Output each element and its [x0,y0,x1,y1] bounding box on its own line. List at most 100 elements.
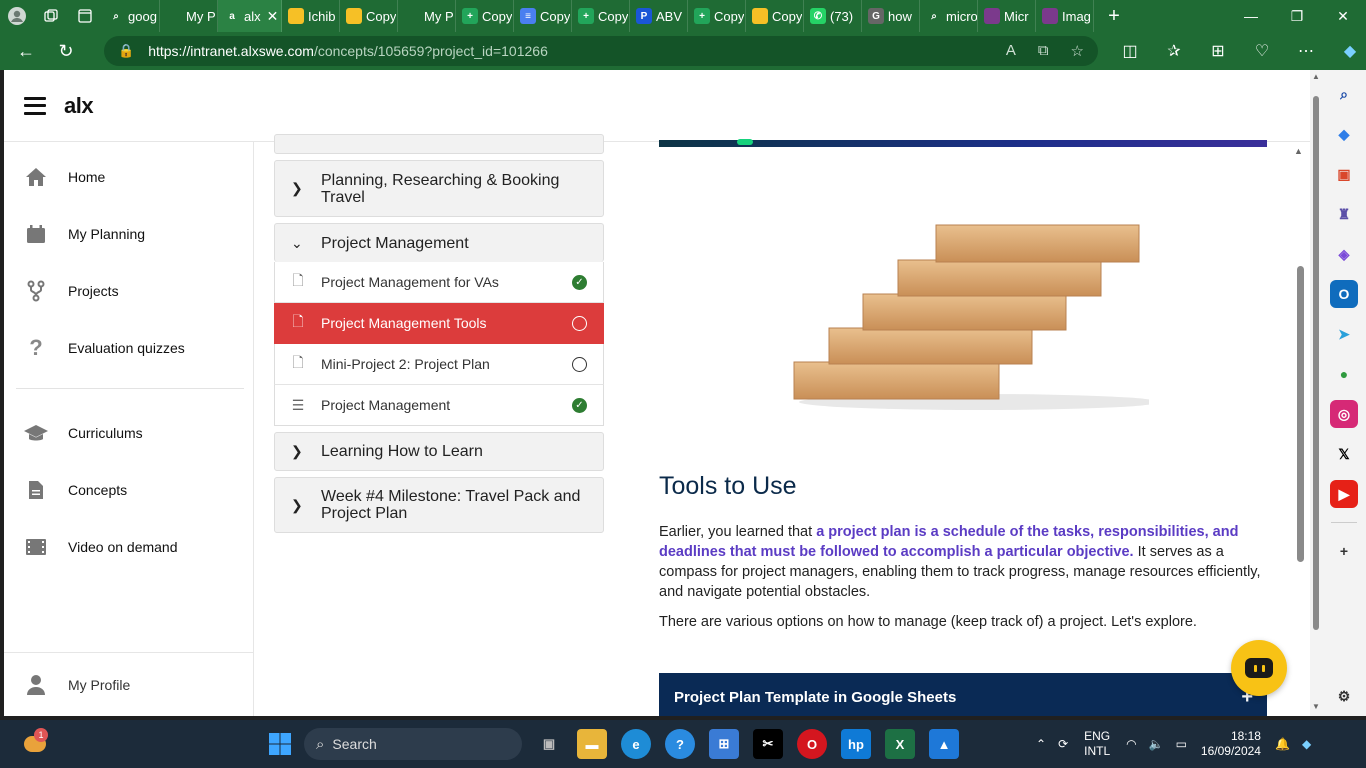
volume-icon[interactable]: 🔈 [1149,737,1164,751]
copilot-icon[interactable]: ◆ [1328,41,1366,61]
copilot-sidebar-icon[interactable]: ◈ [1330,240,1358,268]
copilot-taskbar-icon[interactable]: ◆ [1302,737,1311,751]
tab-actions-icon[interactable] [68,0,102,32]
lesson-item[interactable]: ☰ Project Management ✓ [274,385,604,426]
minimize-icon[interactable]: — [1228,0,1274,32]
browser-tab[interactable]: My P [398,0,456,32]
nav-item-home[interactable]: Home [4,155,244,199]
telegram-icon[interactable]: ➤ [1330,320,1358,348]
close-tab-icon[interactable]: ✕ [267,8,279,25]
language-indicator[interactable]: ENG INTL [1084,729,1110,759]
close-window-icon[interactable]: ✕ [1320,0,1366,32]
tree-icon[interactable]: ● [1330,360,1358,388]
browser-tab[interactable]: Imag [1036,0,1094,32]
settings-gear-icon[interactable]: ⚙ [1330,682,1358,710]
microsoft-store-icon[interactable]: ⊞ [709,729,739,759]
browser-tab[interactable]: + Copy [688,0,746,32]
nav-item-video-on-demand[interactable]: Video on demand [4,525,244,569]
content-scroll-thumb[interactable] [1297,266,1304,562]
lesson-item[interactable]: 🗋 Mini-Project 2: Project Plan [274,344,604,385]
photos-icon[interactable]: ▲ [929,729,959,759]
workspaces-icon[interactable] [34,0,68,32]
new-tab-button[interactable]: + [1094,0,1134,32]
lesson-item[interactable]: 🗋 Project Management for VAs ✓ [274,262,604,303]
notification-bell-icon[interactable]: 🔔 [1275,737,1290,751]
split-screen-icon[interactable]: ◫ [1108,41,1152,61]
battery-icon[interactable]: ▭ [1176,737,1187,751]
x-twitter-icon[interactable]: 𝕏 [1330,440,1358,468]
youtube-icon[interactable]: ▶ [1330,480,1358,508]
page-scroll-up-icon[interactable]: ▲ [1312,72,1320,81]
browser-tab[interactable]: P ABV [630,0,688,32]
browser-tab[interactable]: Ghow [862,0,920,32]
wifi-icon[interactable]: ◠ [1126,737,1136,751]
back-icon[interactable]: ← [6,32,46,70]
content-scrollbar[interactable]: ▲ [1294,146,1306,706]
browser-tab[interactable]: My P [160,0,218,32]
browser-tab[interactable]: ⌕ micro [920,0,978,32]
browser-tab[interactable]: Micr [978,0,1036,32]
edge-browser-icon[interactable]: e [621,729,651,759]
instagram-icon[interactable]: ◎ [1330,400,1358,428]
nav-item-my-planning[interactable]: My Planning [4,212,244,256]
section-week4-milestone[interactable]: ❯ Week #4 Milestone: Travel Pack and Pro… [274,477,604,533]
file-explorer-icon[interactable]: ▬ [577,729,607,759]
chat-support-button[interactable] [1231,640,1287,696]
alx-logo[interactable]: alx [64,93,94,119]
collections-icon[interactable]: ⊞ [1196,41,1240,61]
lesson-item-active[interactable]: 🗋 Project Management Tools [274,303,604,344]
outlook-icon[interactable]: O [1330,280,1358,308]
nav-item-curriculums[interactable]: Curriculums [4,411,244,455]
refresh-icon[interactable]: ↻ [46,32,86,70]
excel-icon[interactable]: X [885,729,915,759]
show-hidden-icons[interactable]: ⌃ [1036,737,1046,751]
page-scroll-thumb[interactable] [1313,96,1319,630]
sync-icon[interactable]: ⟳ [1058,737,1068,751]
browser-tab[interactable]: ✆ (73) [804,0,862,32]
scroll-up-icon[interactable]: ▲ [1294,146,1303,156]
favorites-icon[interactable]: ✰ [1152,41,1196,61]
profile-avatar-icon[interactable] [0,0,34,32]
browser-tab[interactable]: + Copy [572,0,630,32]
shopping-tag-icon[interactable]: ◆ [1330,120,1358,148]
address-bar[interactable]: 🔒 https://intranet.alxswe.com/concepts/1… [104,36,1098,66]
task-view-icon[interactable]: ▣ [534,729,564,759]
capcut-icon[interactable]: ✂ [753,729,783,759]
clock[interactable]: 18:18 16/09/2024 [1201,729,1261,759]
restore-icon[interactable]: ❐ [1274,0,1320,32]
hamburger-menu-icon[interactable] [24,96,46,115]
more-menu-icon[interactable]: ⋯ [1284,41,1328,61]
browser-tab[interactable]: + Copy [456,0,514,32]
windows-start-icon[interactable] [265,729,295,759]
read-aloud-icon[interactable]: A [1006,42,1016,60]
favorite-star-icon[interactable]: ☆ [1071,42,1084,60]
tab-active[interactable]: a alx ✕ [218,0,282,32]
browser-tab[interactable]: ⌕ goog [102,0,160,32]
app-available-icon[interactable]: ⧉ [1038,42,1049,60]
nav-item-concepts[interactable]: Concepts [4,468,244,512]
tools-briefcase-icon[interactable]: ▣ [1330,160,1358,188]
add-icon[interactable]: + [1330,537,1358,565]
browser-tab[interactable]: ≡ Copy [514,0,572,32]
help-icon[interactable]: ? [665,729,695,759]
page-scroll-down-icon[interactable]: ▼ [1312,702,1320,711]
section-planning-researching[interactable]: ❯ Planning, Researching & Booking Travel [274,160,604,217]
search-icon[interactable]: ⌕ [1330,80,1358,108]
section-learning-how-to-learn[interactable]: ❯ Learning How to Learn [274,432,604,471]
nav-item-projects[interactable]: Projects [4,269,244,313]
games-icon[interactable]: ♜ [1330,200,1358,228]
browser-tab[interactable]: Copy [340,0,398,32]
section-partial-hidden[interactable] [274,134,604,154]
opera-icon[interactable]: O [797,729,827,759]
nav-item-evaluation-quizzes[interactable]: ? Evaluation quizzes [4,326,244,370]
weather-widget[interactable]: 1 [20,728,50,758]
myhp-icon[interactable]: hp [841,729,871,759]
section-project-management[interactable]: ⌄ Project Management [274,223,604,262]
taskbar-search[interactable]: ⌕ Search [304,728,522,760]
accordion-google-sheets[interactable]: Project Plan Template in Google Sheets + [659,673,1267,716]
performance-icon[interactable]: ♡ [1240,41,1284,61]
browser-tab[interactable]: Copy [746,0,804,32]
page-scrollbar[interactable]: ▲ ▼ [1310,70,1322,716]
browser-tab[interactable]: Ichib [282,0,340,32]
nav-item-my-profile[interactable]: My Profile [4,652,254,716]
